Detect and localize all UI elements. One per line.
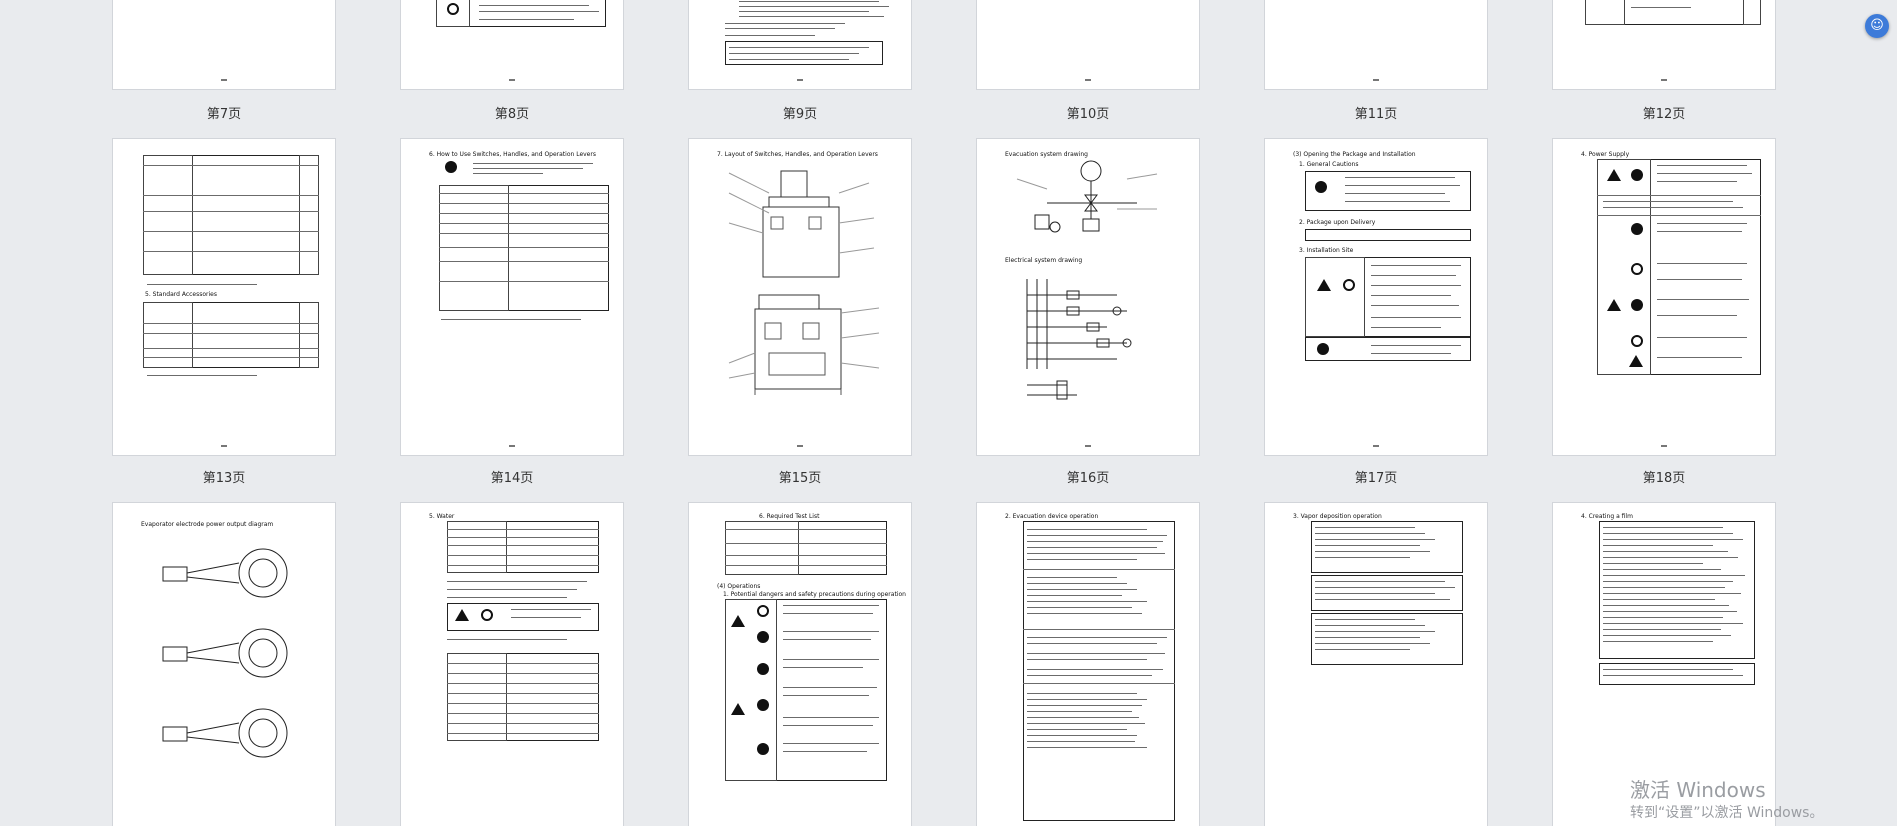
page-20-heading: 5. Water bbox=[429, 513, 455, 520]
page-13-heading: 5. Standard Accessories bbox=[145, 291, 217, 298]
page-18-heading: 4. Power Supply bbox=[1581, 151, 1630, 158]
page-label-7: 第7页 bbox=[206, 107, 242, 122]
page-label-10: 第10页 bbox=[1066, 107, 1110, 122]
activation-watermark-subtitle: 转到“设置”以激活 Windows。 bbox=[1630, 805, 1824, 821]
page-14-heading: 6. How to Use Switches, Handles, and Ope… bbox=[429, 151, 596, 158]
page-23-heading: 3. Vapor deposition operation bbox=[1293, 513, 1382, 520]
page-thumbnail-13[interactable]: 5. Standard Accessories bbox=[112, 138, 336, 456]
page-21-heading: 6. Required Test List bbox=[759, 513, 820, 520]
page-thumbnail-18[interactable]: 4. Power Supply bbox=[1552, 138, 1776, 456]
page-label-9: 第9页 bbox=[782, 107, 818, 122]
page-19-heading: Evaporator electrode power output diagra… bbox=[141, 521, 274, 528]
page-thumbnail-22[interactable]: 2. Evacuation device operation bbox=[976, 502, 1200, 826]
assistant-icon: ☺ bbox=[1870, 18, 1884, 33]
page-label-11: 第11页 bbox=[1354, 107, 1398, 122]
page-thumbnail-17[interactable]: (3) Opening the Package and Installation… bbox=[1264, 138, 1488, 456]
page-thumbnail-21[interactable]: 6. Required Test List (4) Operations 1. … bbox=[688, 502, 912, 826]
activation-watermark-title: 激活 Windows bbox=[1630, 778, 1766, 802]
page-label-13: 第13页 bbox=[202, 471, 246, 486]
page-16-heading: Evacuation system drawing bbox=[1005, 151, 1088, 158]
page-17-heading: (3) Opening the Package and Installation bbox=[1293, 151, 1416, 158]
page-label-16: 第16页 bbox=[1066, 471, 1110, 486]
page-thumbnail-20[interactable]: 5. Water bbox=[400, 502, 624, 826]
page-15-heading: 7. Layout of Switches, Handles, and Oper… bbox=[717, 151, 878, 158]
page-label-17: 第17页 bbox=[1354, 471, 1398, 486]
page-24-heading: 4. Creating a film bbox=[1581, 513, 1633, 520]
page-label-18: 第18页 bbox=[1642, 471, 1686, 486]
electrical-system-diagram bbox=[1026, 279, 1132, 400]
page-label-8: 第8页 bbox=[494, 107, 530, 122]
equipment-layout-diagram bbox=[728, 170, 880, 395]
page-thumbnail-8[interactable] bbox=[400, 0, 624, 90]
page-thumbnail-11[interactable] bbox=[1264, 0, 1488, 90]
page-label-12: 第12页 bbox=[1642, 107, 1686, 122]
page-thumbnail-16[interactable]: Evacuation system drawing Electrical sys… bbox=[976, 138, 1200, 456]
page-16-subheading: Electrical system drawing bbox=[1005, 257, 1083, 264]
page-thumbnail-7[interactable] bbox=[112, 0, 336, 90]
page-thumbnail-19[interactable]: Evaporator electrode power output diagra… bbox=[112, 502, 336, 826]
page-thumbnail-15[interactable]: 7. Layout of Switches, Handles, and Oper… bbox=[688, 138, 912, 456]
page-thumbnail-12[interactable] bbox=[1552, 0, 1776, 90]
page-thumbnail-10[interactable] bbox=[976, 0, 1200, 90]
page-thumbnail-grid: 第7页 第8页 第9页 第10页 第11页 第12页 5. Standard A… bbox=[0, 0, 1897, 826]
page-thumbnail-9[interactable] bbox=[688, 0, 912, 90]
page-thumbnail-23[interactable]: 3. Vapor deposition operation bbox=[1264, 502, 1488, 826]
assistant-button[interactable]: ☺ bbox=[1865, 14, 1889, 38]
page-22-heading: 2. Evacuation device operation bbox=[1005, 513, 1099, 520]
page-label-14: 第14页 bbox=[490, 471, 534, 486]
power-output-diagram bbox=[162, 548, 288, 758]
page-label-15: 第15页 bbox=[778, 471, 822, 486]
page-thumbnail-14[interactable]: 6. How to Use Switches, Handles, and Ope… bbox=[400, 138, 624, 456]
